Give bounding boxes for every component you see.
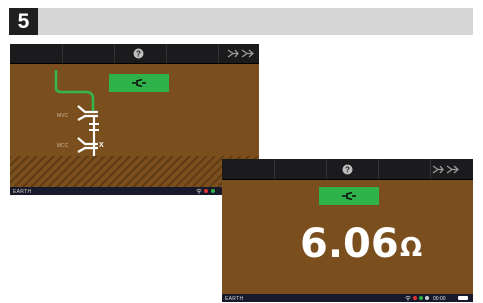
lower-terminal-label: MCC [57,143,69,149]
status-dot-red [204,189,208,193]
help-icon[interactable]: ? [342,164,353,175]
clock: 00:00 [433,295,446,302]
resistance-unit: Ω [400,233,423,263]
wifi-icon [196,188,202,194]
device-screen-reading: ? 6.06 Ω EARTH 00:00 [222,159,473,302]
upper-terminal-label: MVC [57,113,69,119]
continuity-icon[interactable] [432,165,460,174]
earth-label: EARTH [225,296,244,302]
mode-button[interactable] [319,187,379,205]
status-bar: EARTH 00:00 [222,294,473,302]
wifi-icon [405,295,411,301]
status-dot-green [211,189,215,193]
transistor-icon [342,192,356,200]
status-dot-green [419,296,423,300]
step-header-bar: 5 [9,8,473,35]
status-dot-red [413,296,417,300]
battery-icon [458,296,468,300]
x-marker: X [99,142,104,149]
resistance-value: 6.06 [300,221,399,267]
step-number: 5 [9,8,38,35]
earth-label: EARTH [13,189,32,195]
toolbar: ? [222,159,473,180]
status-dot-grey [425,296,429,300]
svg-text:?: ? [345,165,350,174]
